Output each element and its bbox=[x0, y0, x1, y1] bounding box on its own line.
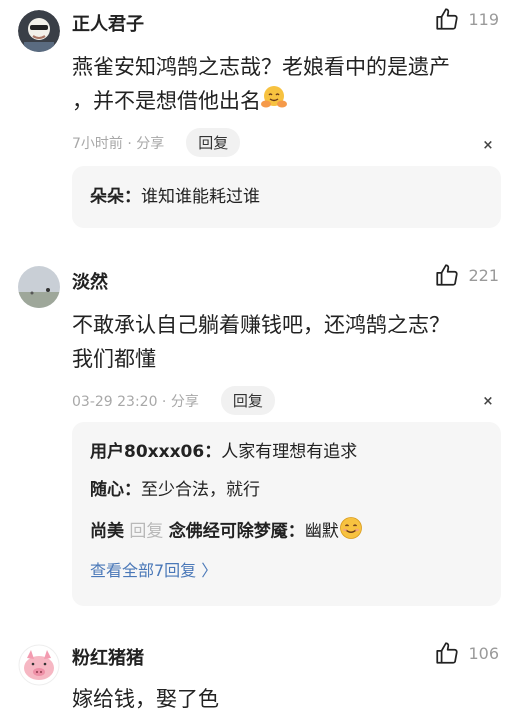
reply-text: 至少合法，就行 bbox=[141, 480, 260, 500]
comment-text-line: ，并不是想借他出名 bbox=[72, 84, 495, 119]
reply-text: 谁知谁能耗过谁 bbox=[141, 187, 260, 207]
like-count: 106 bbox=[468, 643, 499, 663]
comment-text-line: 嫁给钱，娶了色 bbox=[72, 687, 219, 711]
reply-to-label: 回复 bbox=[124, 521, 169, 542]
reply-author[interactable]: 用户80xxx06： bbox=[90, 442, 221, 462]
reply-box: 朵朵：谁知谁能耗过谁 bbox=[72, 166, 501, 228]
comment-meta: 03-29 23:20 · 分享 回复 bbox=[72, 386, 275, 415]
thumbs-up-icon bbox=[436, 8, 459, 30]
reply-button[interactable]: 回复 bbox=[186, 128, 241, 157]
like-count: 119 bbox=[468, 9, 499, 29]
comment-meta: 7小时前 · 分享 回复 bbox=[72, 128, 241, 157]
reply-author[interactable]: 朵朵： bbox=[90, 187, 141, 207]
avatar[interactable] bbox=[18, 644, 60, 686]
reply-text: 人家有理想有追求 bbox=[221, 442, 358, 462]
smiling-face-icon bbox=[339, 516, 363, 547]
reply-item[interactable]: 随心：至少合法，就行 bbox=[90, 478, 483, 502]
reply-item[interactable]: 尚美 回复 念佛经可除梦魇：幽默 bbox=[90, 516, 483, 547]
reply-author[interactable]: 随心： bbox=[90, 480, 141, 500]
reply-target[interactable]: 念佛经可除梦魇： bbox=[169, 522, 305, 542]
comment-text-line: 不敢承认自己躺着赚钱吧，还鸿鹄之志？ bbox=[72, 313, 450, 337]
avatar[interactable] bbox=[18, 10, 60, 52]
timestamp: 7小时前 · 分享 bbox=[72, 135, 165, 152]
comment-item: 粉红猪猪 106 嫁给钱，娶了色 bbox=[0, 636, 513, 724]
thumbs-up-icon bbox=[436, 264, 459, 286]
comment-item: 淡然 221 不敢承认自己躺着赚钱吧，还鸿鹄之志？ 我们都懂 03-29 23:… bbox=[0, 256, 513, 636]
hugging-face-icon bbox=[261, 85, 287, 119]
comment-text: 嫁给钱，娶了色 bbox=[72, 682, 495, 716]
like-button[interactable]: 119 bbox=[434, 6, 499, 32]
username[interactable]: 淡然 bbox=[72, 268, 108, 294]
thumbs-up-icon bbox=[436, 642, 459, 664]
reply-box: 用户80xxx06：人家有理想有追求 随心：至少合法，就行 尚美 回复 念佛经可… bbox=[72, 422, 501, 606]
comment-text-line: 我们都懂 bbox=[72, 347, 156, 371]
reply-button[interactable]: 回复 bbox=[220, 386, 275, 415]
username[interactable]: 正人君子 bbox=[72, 10, 144, 36]
like-count: 221 bbox=[468, 265, 499, 285]
comment-item: 正人君子 119 燕雀安知鸿鹄之志哉？老娘看中的是遗产 ，并不是想借他出名 7小… bbox=[0, 0, 513, 240]
like-button[interactable]: 106 bbox=[434, 640, 499, 666]
comment-text: 燕雀安知鸿鹄之志哉？老娘看中的是遗产 ，并不是想借他出名 bbox=[72, 50, 495, 119]
view-all-replies-link[interactable]: 查看全部7回复 〉 bbox=[90, 557, 483, 581]
close-icon[interactable]: × bbox=[477, 390, 499, 412]
avatar[interactable] bbox=[18, 266, 60, 308]
reply-text: 幽默 bbox=[304, 521, 339, 542]
reply-item[interactable]: 朵朵：谁知谁能耗过谁 bbox=[90, 185, 483, 209]
username[interactable]: 粉红猪猪 bbox=[72, 644, 144, 670]
comment-text: 不敢承认自己躺着赚钱吧，还鸿鹄之志？ 我们都懂 bbox=[72, 308, 495, 376]
comment-text-line: 燕雀安知鸿鹄之志哉？老娘看中的是遗产 bbox=[72, 55, 450, 79]
like-button[interactable]: 221 bbox=[434, 262, 499, 288]
reply-author[interactable]: 尚美 bbox=[90, 522, 124, 542]
reply-item[interactable]: 用户80xxx06：人家有理想有追求 bbox=[90, 440, 483, 464]
close-icon[interactable]: × bbox=[477, 134, 499, 156]
timestamp: 03-29 23:20 · 分享 bbox=[72, 393, 199, 410]
